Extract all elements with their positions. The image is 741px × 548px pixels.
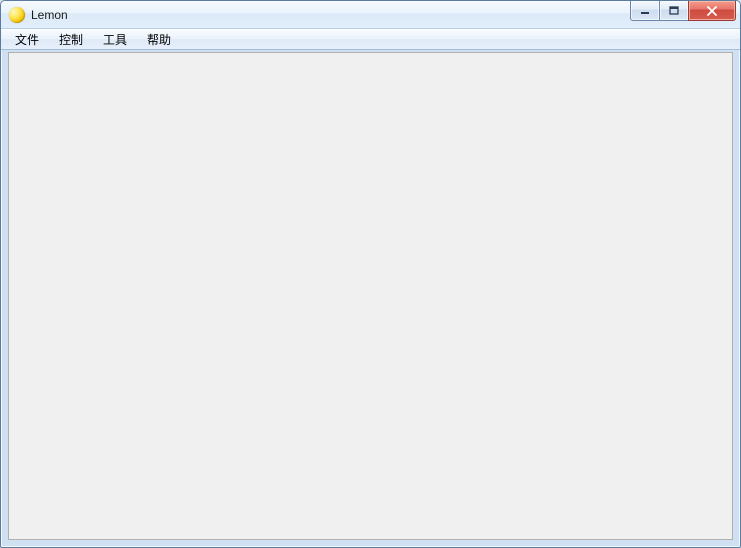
window-title: Lemon [31,1,68,29]
app-window: Lemon [0,0,741,548]
close-button[interactable] [688,1,736,21]
lemon-icon [9,7,25,23]
maximize-icon [669,6,679,16]
title-bar[interactable]: Lemon [1,1,740,29]
minimize-button[interactable] [630,1,660,21]
menu-bar: 文件 控制 工具 帮助 [1,29,740,50]
menu-tools[interactable]: 工具 [93,30,137,49]
menu-control[interactable]: 控制 [49,30,93,49]
menu-help[interactable]: 帮助 [137,30,181,49]
client-area [8,52,733,540]
close-icon [706,6,718,16]
maximize-button[interactable] [659,1,689,21]
menu-file[interactable]: 文件 [5,30,49,49]
minimize-icon [640,6,650,16]
